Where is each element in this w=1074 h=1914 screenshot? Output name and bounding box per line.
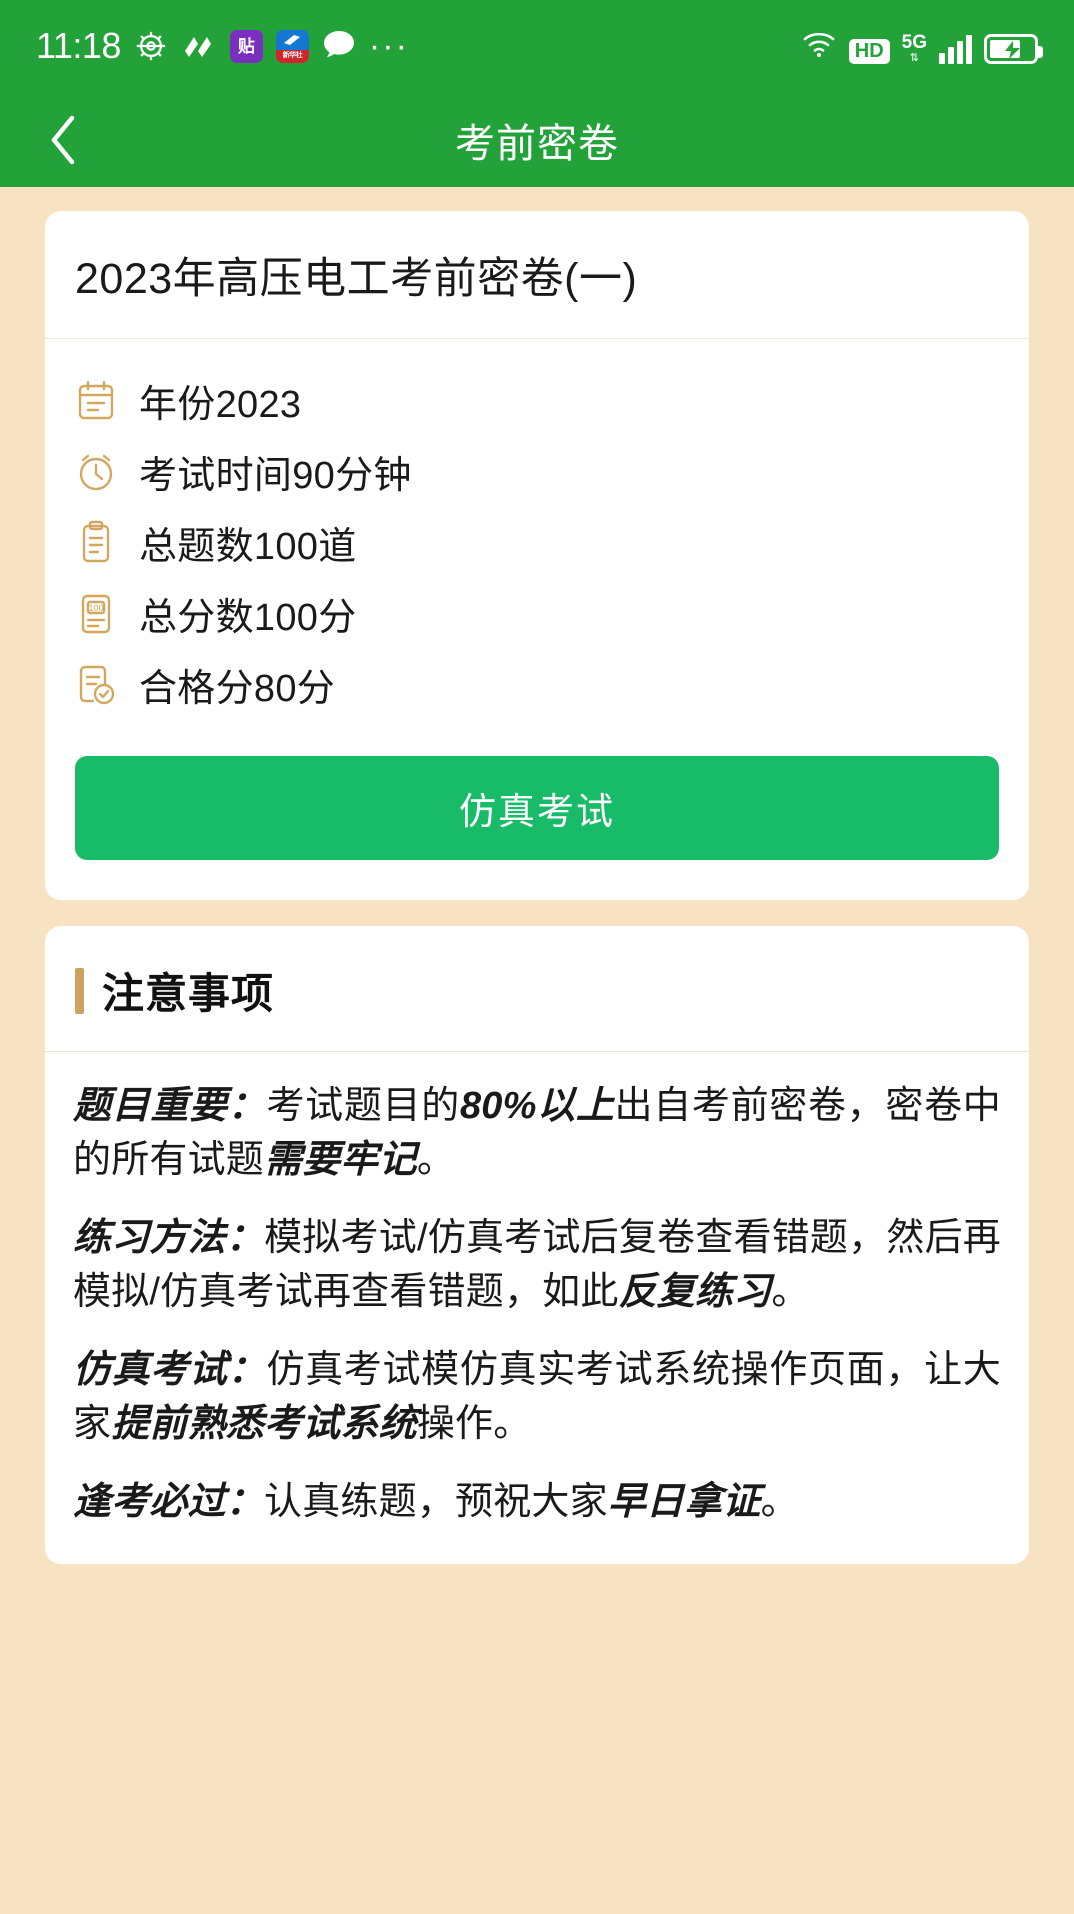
network-type-label: 5G ⇅ xyxy=(901,31,927,64)
info-row-pass-score: 合格分80分 xyxy=(75,649,999,720)
nav-bar: 考前密卷 xyxy=(0,92,1074,187)
app-tie-icon: 贴 xyxy=(229,29,263,63)
note-emphasis: 需要牢记 xyxy=(264,1138,417,1181)
info-text-duration: 考试时间90分钟 xyxy=(139,455,412,497)
notes-header: 注意事项 xyxy=(45,926,1029,1052)
note-paragraph-1: 练习方法：模拟考试/仿真考试后复卷查看错题，然后再模拟/仿真考试再查看错题，如此… xyxy=(73,1212,1001,1320)
notes-body: 题目重要：考试题目的80%以上出自考前密卷，密卷中的所有试题需要牢记。 练习方法… xyxy=(45,1052,1029,1564)
gear-icon xyxy=(134,29,168,63)
svg-text:100: 100 xyxy=(88,603,103,613)
app-blue-icon: 新华社 xyxy=(275,29,309,63)
status-bar-right: HD 5G ⇅ xyxy=(801,29,1043,64)
note-paragraph-3: 逢考必过：认真练题，预祝大家早日拿证。 xyxy=(73,1476,1001,1530)
paper-title: 2023年高压电工考前密卷(一) xyxy=(45,211,1029,339)
status-bar: 11:18 贴 新华社 ··· HD 5G ⇅ xyxy=(0,0,1074,92)
note-emphasis: 早日拿证 xyxy=(607,1480,761,1523)
info-row-duration: 考试时间90分钟 xyxy=(75,436,999,507)
wifi-icon xyxy=(801,29,837,64)
notes-card: 注意事项 题目重要：考试题目的80%以上出自考前密卷，密卷中的所有试题需要牢记。… xyxy=(45,926,1029,1564)
note-text: 认真练题，预祝大家 xyxy=(264,1480,608,1523)
note-text: 操作。 xyxy=(416,1402,532,1445)
note-text: 考试题目的 xyxy=(266,1085,460,1127)
notes-title: 注意事项 xyxy=(102,970,275,1017)
signal-bars-icon xyxy=(939,34,972,64)
document-check-icon xyxy=(75,662,117,708)
status-bar-left: 11:18 贴 新华社 ··· xyxy=(36,25,801,67)
chat-bubble-icon xyxy=(322,28,356,65)
note-lead: 题目重要： xyxy=(73,1085,267,1127)
back-button[interactable] xyxy=(36,112,92,168)
note-emphasis: 反复练习 xyxy=(618,1270,772,1313)
note-paragraph-0: 题目重要：考试题目的80%以上出自考前密卷，密卷中的所有试题需要牢记。 xyxy=(73,1080,1001,1188)
battery-charging-icon xyxy=(984,33,1043,64)
note-emphasis: 提前熟悉考试系统 xyxy=(111,1402,417,1445)
note-lead: 逢考必过： xyxy=(73,1480,265,1523)
note-lead: 仿真考试： xyxy=(73,1348,267,1391)
app-screen: 11:18 贴 新华社 ··· HD 5G ⇅ 考前密卷 2023年高压电工考前… xyxy=(0,0,1074,1914)
alarm-clock-icon xyxy=(75,449,117,495)
info-text-total-score: 总分数100分 xyxy=(139,597,357,639)
accent-bar xyxy=(75,967,84,1014)
info-text-year: 年份2023 xyxy=(139,384,302,426)
paper-info-list: 年份2023 考试时间90分钟 总题数100道 100 总分数100分 合格分8… xyxy=(45,339,1029,720)
paper-card: 2023年高压电工考前密卷(一) 年份2023 考试时间90分钟 总题数100道… xyxy=(45,211,1029,900)
app-squiggle-icon xyxy=(181,31,217,61)
info-text-pass-score: 合格分80分 xyxy=(139,668,336,710)
hd-badge: HD xyxy=(848,38,890,64)
info-row-question-count: 总题数100道 xyxy=(75,507,999,578)
calendar-icon xyxy=(75,378,117,424)
note-paragraph-2: 仿真考试：仿真考试模仿真实考试系统操作页面，让大家提前熟悉考试系统操作。 xyxy=(73,1344,1001,1452)
simulated-exam-button[interactable]: 仿真考试 xyxy=(75,756,999,860)
note-text: 。 xyxy=(760,1480,799,1523)
more-dots-icon: ··· xyxy=(368,26,409,65)
info-row-total-score: 100 总分数100分 xyxy=(75,578,999,649)
note-text: 。 xyxy=(416,1138,456,1181)
note-text: 。 xyxy=(771,1270,810,1313)
page-title: 考前密卷 xyxy=(455,121,619,166)
note-lead: 练习方法： xyxy=(73,1216,265,1259)
note-emphasis: 80%以上 xyxy=(459,1085,615,1127)
info-row-year: 年份2023 xyxy=(75,365,999,436)
chevron-left-icon xyxy=(51,115,75,164)
info-text-question-count: 总题数100道 xyxy=(139,526,357,568)
content-area: 2023年高压电工考前密卷(一) 年份2023 考试时间90分钟 总题数100道… xyxy=(0,187,1074,1564)
clipboard-icon xyxy=(75,520,117,566)
status-time: 11:18 xyxy=(36,25,121,66)
score-document-icon: 100 xyxy=(75,591,117,637)
action-button-wrap: 仿真考试 xyxy=(45,720,1029,900)
